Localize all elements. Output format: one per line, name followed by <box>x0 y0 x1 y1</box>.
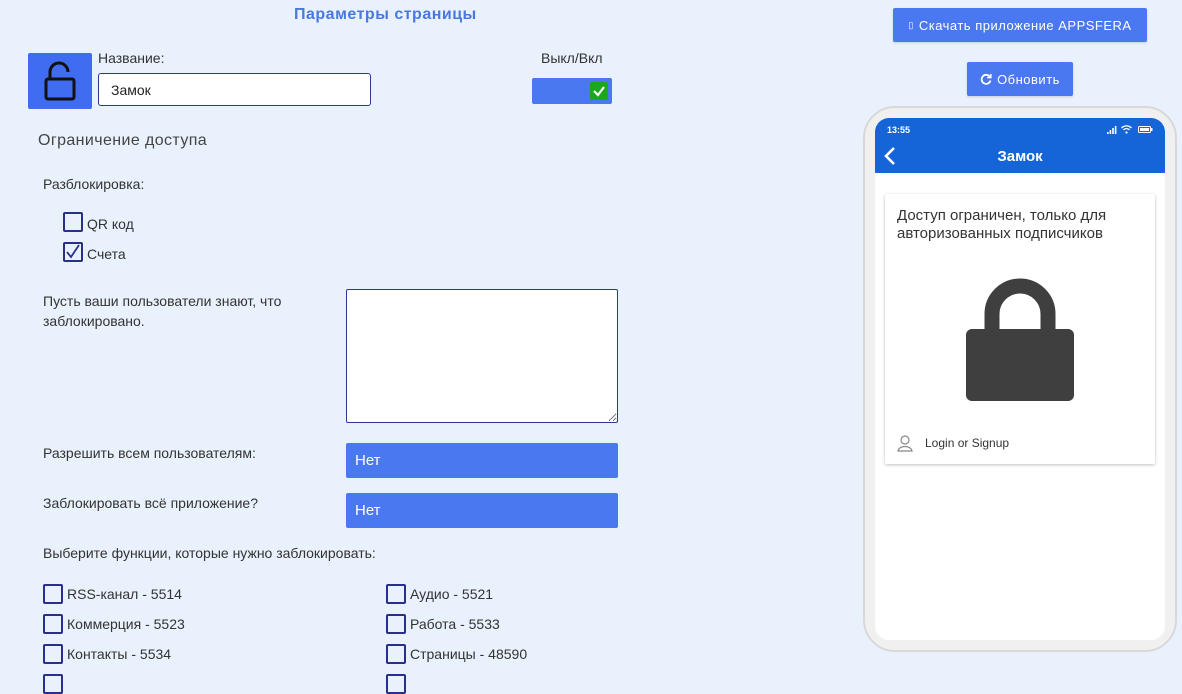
invoices-checkbox[interactable] <box>63 242 83 262</box>
restricted-message: Доступ ограничен, только для авторизован… <box>897 207 1107 242</box>
allow-all-select[interactable]: Нет <box>346 443 618 478</box>
lock-icon <box>966 278 1074 401</box>
qr-checkbox[interactable] <box>63 212 83 232</box>
name-label: Название: <box>98 50 165 66</box>
download-app-button[interactable]: ▯ Скачать приложение APPSFERA <box>893 8 1147 42</box>
check-icon <box>593 86 605 97</box>
feature-checkbox[interactable] <box>43 644 63 664</box>
refresh-button[interactable]: Обновить <box>967 62 1073 96</box>
feature-checkbox[interactable] <box>386 584 406 604</box>
feature-item[interactable]: Контакты - 5534 <box>43 644 171 664</box>
feature-item[interactable]: RSS-канал - 5514 <box>43 584 182 604</box>
login-signup-link[interactable]: Login or Signup <box>925 436 1009 450</box>
feature-item[interactable]: Работа - 5533 <box>386 614 500 634</box>
toggle-knob <box>590 82 608 100</box>
feature-label: Контакты - 5534 <box>67 646 172 662</box>
enable-toggle[interactable] <box>532 78 612 104</box>
unlock-option-qr[interactable]: QR код <box>63 212 134 232</box>
restricted-card: Доступ ограничен, только для авторизован… <box>885 194 1155 464</box>
feature-item[interactable]: Аудио - 5521 <box>386 584 493 604</box>
feature-label: Аудио - 5521 <box>410 586 494 602</box>
feature-checkbox[interactable] <box>386 644 406 664</box>
user-icon <box>897 435 913 452</box>
preview-navbar: Замок <box>875 140 1165 173</box>
refresh-label: Обновить <box>997 71 1060 87</box>
feature-checkbox[interactable] <box>43 614 63 634</box>
wifi-icon <box>1121 125 1132 134</box>
feature-checkbox[interactable] <box>386 674 406 694</box>
download-app-label: Скачать приложение APPSFERA <box>918 17 1132 33</box>
check-icon <box>66 244 80 259</box>
status-time: 13:55 <box>887 125 911 135</box>
feature-item[interactable]: Коммерция - 5523 <box>43 614 185 634</box>
lock-app-label: Заблокировать всё приложение? <box>43 495 258 511</box>
lock-open-icon <box>44 61 76 101</box>
preview-title: Замок <box>997 148 1043 165</box>
invoices-checkbox-label: Счета <box>87 246 126 262</box>
lock-message-textarea[interactable] <box>346 289 618 423</box>
features-label: Выберите функции, которые нужно заблокир… <box>43 545 376 561</box>
mobile-icon: ▯ <box>908 19 914 30</box>
feature-label: Страницы - 48590 <box>410 646 528 662</box>
unlock-option-invoices[interactable]: Счета <box>63 242 126 262</box>
feature-label: Работа - 5533 <box>410 616 500 632</box>
toggle-label: Выкл/Вкл <box>541 50 603 66</box>
access-section-title: Ограничение доступа <box>38 132 208 149</box>
allow-all-label: Разрешить всем пользователям: <box>43 445 256 461</box>
qr-checkbox-label: QR код <box>87 216 134 232</box>
page-icon-tile[interactable] <box>28 53 92 109</box>
feature-checkbox[interactable] <box>43 584 63 604</box>
refresh-icon <box>980 73 992 85</box>
feature-item[interactable]: Страницы - 48590 <box>386 644 527 664</box>
feature-label: Коммерция - 5523 <box>67 616 185 632</box>
feature-label: RSS-канал - 5514 <box>67 586 182 602</box>
lock-app-select[interactable]: Нет <box>346 493 618 528</box>
message-label: Пусть ваши пользователи знают, что забло… <box>43 293 282 329</box>
feature-checkbox[interactable] <box>43 674 63 694</box>
feature-checkbox[interactable] <box>386 614 406 634</box>
page-title: Параметры страницы <box>294 6 477 23</box>
battery-icon <box>1138 126 1153 133</box>
phone-screen: 13:55 Замок Доступ ограничен, только для… <box>875 118 1165 640</box>
name-input[interactable] <box>98 73 371 106</box>
unlock-label: Разблокировка: <box>43 176 145 192</box>
status-bar: 13:55 <box>875 118 1165 140</box>
signal-icon <box>1107 126 1117 134</box>
